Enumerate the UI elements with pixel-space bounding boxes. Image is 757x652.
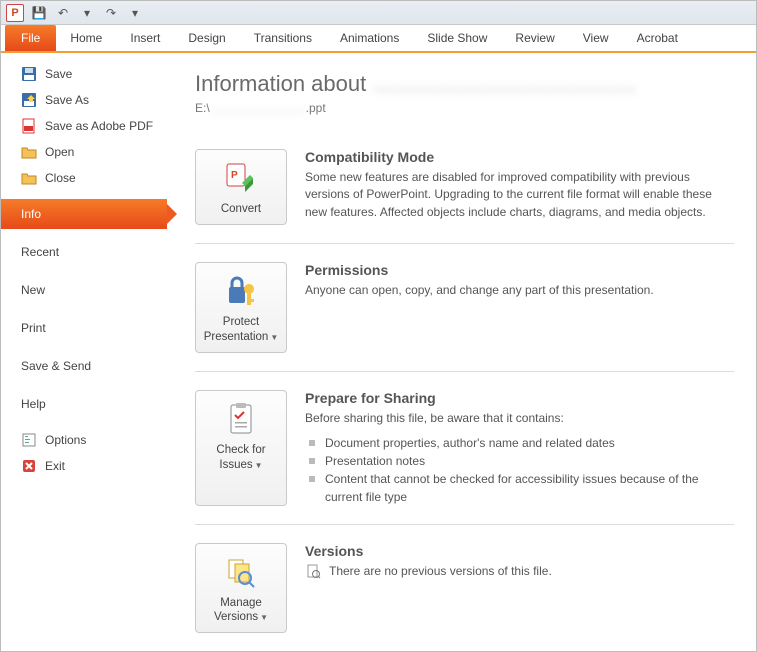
sidebar-close[interactable]: Close <box>1 165 167 191</box>
file-path-redacted: …………………… <box>210 101 306 115</box>
section-versions: Manage Versions▼ Versions There are no p… <box>195 525 734 651</box>
save-as-icon <box>21 92 37 108</box>
sidebar-save-as[interactable]: Save As <box>1 87 167 113</box>
app-icon[interactable]: P <box>5 3 25 23</box>
section-compatibility: P Convert Compatibility Mode Some new fe… <box>195 131 734 244</box>
permissions-text: Anyone can open, copy, and change any pa… <box>305 282 734 299</box>
page-title-filename: ……………………………… <box>372 71 636 97</box>
section-prepare-sharing: Check for Issues▼ Prepare for Sharing Be… <box>195 372 734 524</box>
list-item: Document properties, author's name and r… <box>305 434 734 452</box>
convert-button[interactable]: P Convert <box>195 149 287 225</box>
protect-label: Protect Presentation▼ <box>200 315 282 344</box>
section-permissions: Protect Presentation▼ Permissions Anyone… <box>195 244 734 372</box>
versions-icon <box>223 554 259 590</box>
compatibility-heading: Compatibility Mode <box>305 149 734 165</box>
versions-heading: Versions <box>305 543 734 559</box>
manage-versions-label: Manage Versions▼ <box>200 596 282 625</box>
checklist-icon <box>223 401 259 437</box>
convert-label: Convert <box>221 202 261 216</box>
tab-slide-show[interactable]: Slide Show <box>413 25 501 51</box>
convert-icon: P <box>223 160 259 196</box>
info-panel: Information about ……………………………… E:\………………… <box>167 53 756 651</box>
sidebar-label: Exit <box>45 459 65 473</box>
title-bar: P 💾 ↶ ▾ ↷ ▾ <box>1 1 756 25</box>
backstage-sidebar: Save Save As Save as Adobe PDF Open Clos… <box>1 53 167 651</box>
file-path-ext: .ppt <box>306 101 326 115</box>
versions-message: There are no previous versions of this f… <box>329 564 552 578</box>
sidebar-exit[interactable]: Exit <box>1 453 167 479</box>
sidebar-print[interactable]: Print <box>1 313 167 343</box>
sidebar-label: Close <box>45 171 76 185</box>
sidebar-save[interactable]: Save <box>1 61 167 87</box>
tab-view[interactable]: View <box>569 25 623 51</box>
sidebar-options[interactable]: Options <box>1 427 167 453</box>
dropdown-arrow-icon: ▼ <box>255 461 263 470</box>
sidebar-help[interactable]: Help <box>1 389 167 419</box>
close-folder-icon <box>21 170 37 186</box>
check-for-issues-button[interactable]: Check for Issues▼ <box>195 390 287 505</box>
file-path-drive: E:\ <box>195 101 210 115</box>
sidebar-label: Save as Adobe PDF <box>45 119 153 133</box>
save-icon <box>21 66 37 82</box>
tab-transitions[interactable]: Transitions <box>240 25 326 51</box>
sidebar-label: Save <box>45 67 72 81</box>
qat-undo-more[interactable]: ▾ <box>77 3 97 23</box>
prepare-sharing-intro: Before sharing this file, be aware that … <box>305 410 734 427</box>
open-folder-icon <box>21 144 37 160</box>
sidebar-label: Save As <box>45 93 89 107</box>
version-page-icon <box>305 563 321 579</box>
permissions-heading: Permissions <box>305 262 734 278</box>
check-issues-label: Check for Issues▼ <box>200 443 282 472</box>
backstage: Save Save As Save as Adobe PDF Open Clos… <box>1 53 756 651</box>
pdf-icon <box>21 118 37 134</box>
sidebar-save-send[interactable]: Save & Send <box>1 351 167 381</box>
protect-presentation-button[interactable]: Protect Presentation▼ <box>195 262 287 353</box>
manage-versions-button[interactable]: Manage Versions▼ <box>195 543 287 634</box>
prepare-sharing-heading: Prepare for Sharing <box>305 390 734 406</box>
ribbon-tabs: File Home Insert Design Transitions Anim… <box>1 25 756 53</box>
sidebar-open[interactable]: Open <box>1 139 167 165</box>
dropdown-arrow-icon: ▼ <box>260 613 268 622</box>
qat-undo-button[interactable]: ↶ <box>53 3 73 23</box>
tab-home[interactable]: Home <box>56 25 116 51</box>
versions-text: There are no previous versions of this f… <box>305 563 734 580</box>
compatibility-text: Some new features are disabled for impro… <box>305 169 734 221</box>
page-title-prefix: Information about <box>195 71 372 96</box>
list-item: Content that cannot be checked for acces… <box>305 470 734 506</box>
sidebar-info[interactable]: Info <box>1 199 167 229</box>
exit-icon <box>21 458 37 474</box>
tab-insert[interactable]: Insert <box>116 25 174 51</box>
tab-animations[interactable]: Animations <box>326 25 413 51</box>
prepare-sharing-list: Document properties, author's name and r… <box>305 434 734 506</box>
svg-text:P: P <box>231 170 238 181</box>
sidebar-label: Open <box>45 145 74 159</box>
sidebar-label: Options <box>45 433 86 447</box>
tab-file[interactable]: File <box>5 25 56 51</box>
sidebar-save-pdf[interactable]: Save as Adobe PDF <box>1 113 167 139</box>
tab-design[interactable]: Design <box>174 25 239 51</box>
list-item: Presentation notes <box>305 452 734 470</box>
qat-save-button[interactable]: 💾 <box>29 3 49 23</box>
qat-customize-button[interactable]: ▾ <box>125 3 145 23</box>
dropdown-arrow-icon: ▼ <box>270 333 278 342</box>
qat-redo-button[interactable]: ↷ <box>101 3 121 23</box>
lock-key-icon <box>223 273 259 309</box>
file-path: E:\…………………….ppt <box>195 101 734 115</box>
tab-review[interactable]: Review <box>501 25 568 51</box>
page-title: Information about ……………………………… <box>195 71 734 97</box>
sidebar-new[interactable]: New <box>1 275 167 305</box>
options-icon <box>21 432 37 448</box>
tab-acrobat[interactable]: Acrobat <box>623 25 692 51</box>
sidebar-recent[interactable]: Recent <box>1 237 167 267</box>
